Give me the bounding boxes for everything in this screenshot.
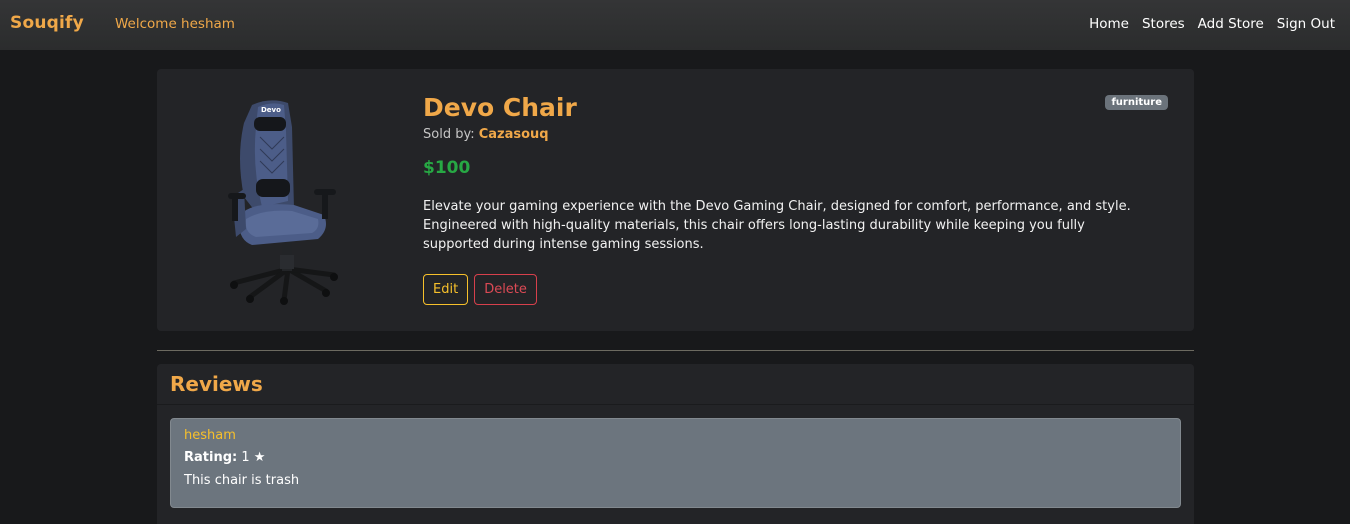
- section-divider: [157, 350, 1194, 351]
- sold-by-label: Sold by:: [423, 127, 475, 142]
- nav-link-sign-out[interactable]: Sign Out: [1277, 16, 1335, 32]
- gaming-chair-image: Devo: [228, 100, 338, 305]
- review-rating-label: Rating:: [184, 450, 238, 465]
- product-actions: Edit Delete: [423, 274, 1183, 305]
- brand-logo[interactable]: Souqify: [10, 13, 84, 33]
- review-text: This chair is trash: [184, 473, 300, 488]
- reviews-heading: Reviews: [157, 364, 1194, 405]
- nav-link-home[interactable]: Home: [1089, 16, 1129, 32]
- review-rating-value: 1 ★: [241, 450, 266, 465]
- welcome-message: Welcome hesham: [115, 16, 235, 32]
- sold-by: Sold by: Cazasouq: [423, 127, 1183, 142]
- edit-button[interactable]: Edit: [423, 274, 469, 305]
- product-price: $100: [423, 158, 471, 178]
- product-card: Devo Devo Chair Sold by: Cazasouq $100 E…: [157, 69, 1194, 331]
- delete-button[interactable]: Delete: [474, 274, 537, 305]
- store-link[interactable]: Cazasouq: [479, 127, 549, 142]
- reviews-card: Reviews hesham Rating: 1 ★ This chair is…: [157, 364, 1194, 524]
- review-author: hesham: [184, 428, 236, 443]
- review-rating: Rating: 1 ★: [184, 450, 1167, 465]
- nav-link-stores[interactable]: Stores: [1142, 16, 1185, 32]
- review-item: hesham Rating: 1 ★ This chair is trash: [170, 418, 1181, 508]
- product-image: Devo: [222, 97, 352, 305]
- chair-logo-text: Devo: [261, 106, 281, 114]
- category-badge: furniture: [1105, 95, 1168, 110]
- product-title: Devo Chair: [423, 93, 577, 122]
- product-info: Devo Chair Sold by: Cazasouq $100 Elevat…: [423, 91, 1183, 305]
- nav-link-add-store[interactable]: Add Store: [1198, 16, 1264, 32]
- navbar: Souqify Welcome hesham Home Stores Add S…: [0, 0, 1350, 50]
- product-description: Elevate your gaming experience with the …: [423, 199, 1131, 252]
- nav-links: Home Stores Add Store Sign Out: [1089, 16, 1335, 32]
